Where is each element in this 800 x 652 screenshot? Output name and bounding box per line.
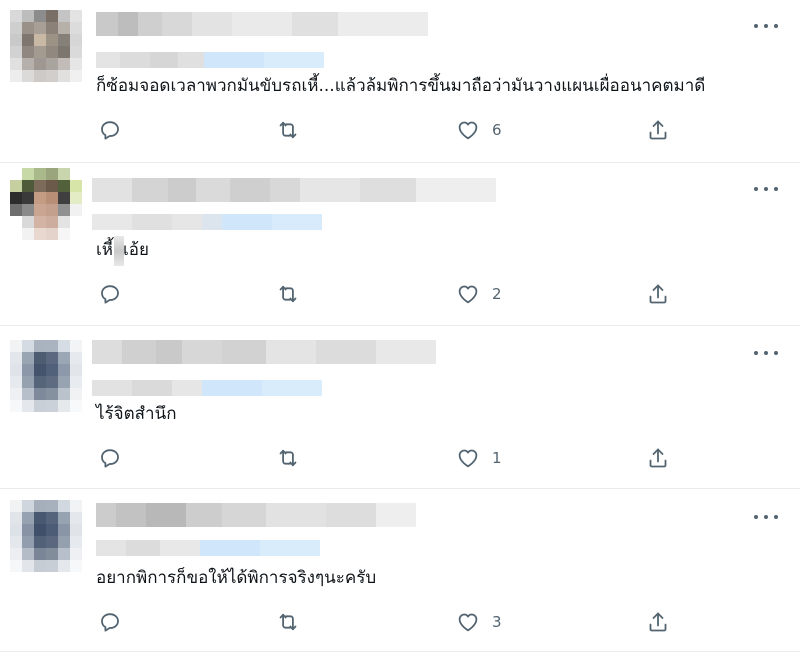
avatar[interactable] [10, 10, 82, 82]
replies-feed: ก็ซ้อมจอดเวลาพวกมันขับรถเหี้...แล้วล้มพิ… [0, 0, 800, 652]
like-button[interactable]: 2 [456, 281, 502, 307]
like-count: 6 [492, 121, 502, 139]
like-count: 2 [492, 285, 502, 303]
share-button[interactable] [646, 609, 670, 635]
share-icon [646, 446, 670, 470]
tweet-text: อยากพิการก็ขอให้ได้พิการจริงๆนะครับ [96, 568, 377, 588]
like-button[interactable]: 6 [456, 117, 502, 143]
avatar[interactable] [10, 340, 82, 412]
avatar[interactable] [10, 168, 82, 240]
more-options-icon[interactable] [754, 179, 778, 199]
blurred-handle [92, 214, 322, 230]
reply-icon [98, 118, 122, 142]
blurred-display-name[interactable] [92, 178, 496, 202]
blurred-handle [96, 52, 324, 68]
reply-tweet: ไร้จิตสำนึก 1 [0, 326, 800, 489]
like-count: 3 [492, 613, 502, 631]
reply-icon [98, 282, 122, 306]
avatar[interactable] [10, 500, 82, 572]
reply-button[interactable] [98, 117, 122, 143]
retweet-icon [276, 446, 300, 470]
like-button[interactable]: 3 [456, 609, 502, 635]
like-button[interactable]: 1 [456, 445, 502, 471]
retweet-icon [276, 610, 300, 634]
blurred-display-name[interactable] [92, 340, 436, 364]
more-options-icon[interactable] [754, 16, 778, 36]
like-count: 1 [492, 449, 502, 467]
tweet-actions: 3 [96, 609, 696, 635]
share-button[interactable] [646, 117, 670, 143]
like-icon [456, 282, 480, 306]
like-icon [456, 446, 480, 470]
share-button[interactable] [646, 445, 670, 471]
tweet-actions: 1 [96, 445, 696, 471]
share-icon [646, 610, 670, 634]
retweet-button[interactable] [276, 609, 300, 635]
retweet-button[interactable] [276, 117, 300, 143]
retweet-button[interactable] [276, 281, 300, 307]
reply-tweet: อยากพิการก็ขอให้ได้พิการจริงๆนะครับ 3 [0, 489, 800, 652]
blurred-display-name[interactable] [96, 12, 428, 36]
censor-bar [114, 236, 124, 266]
reply-icon [98, 446, 122, 470]
more-options-icon[interactable] [754, 507, 778, 527]
more-options-icon[interactable] [754, 343, 778, 363]
tweet-text: ไร้จิตสำนึก [96, 404, 177, 424]
share-button[interactable] [646, 281, 670, 307]
blurred-handle [92, 380, 322, 396]
reply-tweet: ก็ซ้อมจอดเวลาพวกมันขับรถเหี้...แล้วล้มพิ… [0, 0, 800, 163]
tweet-actions: 6 [96, 117, 696, 143]
retweet-button[interactable] [276, 445, 300, 471]
like-icon [456, 610, 480, 634]
share-icon [646, 118, 670, 142]
blurred-display-name[interactable] [96, 503, 416, 527]
tweet-text: ก็ซ้อมจอดเวลาพวกมันขับรถเหี้...แล้วล้มพิ… [96, 76, 706, 96]
retweet-icon [276, 282, 300, 306]
reply-button[interactable] [98, 609, 122, 635]
share-icon [646, 282, 670, 306]
reply-icon [98, 610, 122, 634]
retweet-icon [276, 118, 300, 142]
like-icon [456, 118, 480, 142]
reply-button[interactable] [98, 281, 122, 307]
reply-button[interactable] [98, 445, 122, 471]
reply-tweet: เหี้ยเอ้ย2 [0, 163, 800, 326]
blurred-handle [96, 540, 320, 556]
tweet-actions: 2 [96, 281, 696, 307]
